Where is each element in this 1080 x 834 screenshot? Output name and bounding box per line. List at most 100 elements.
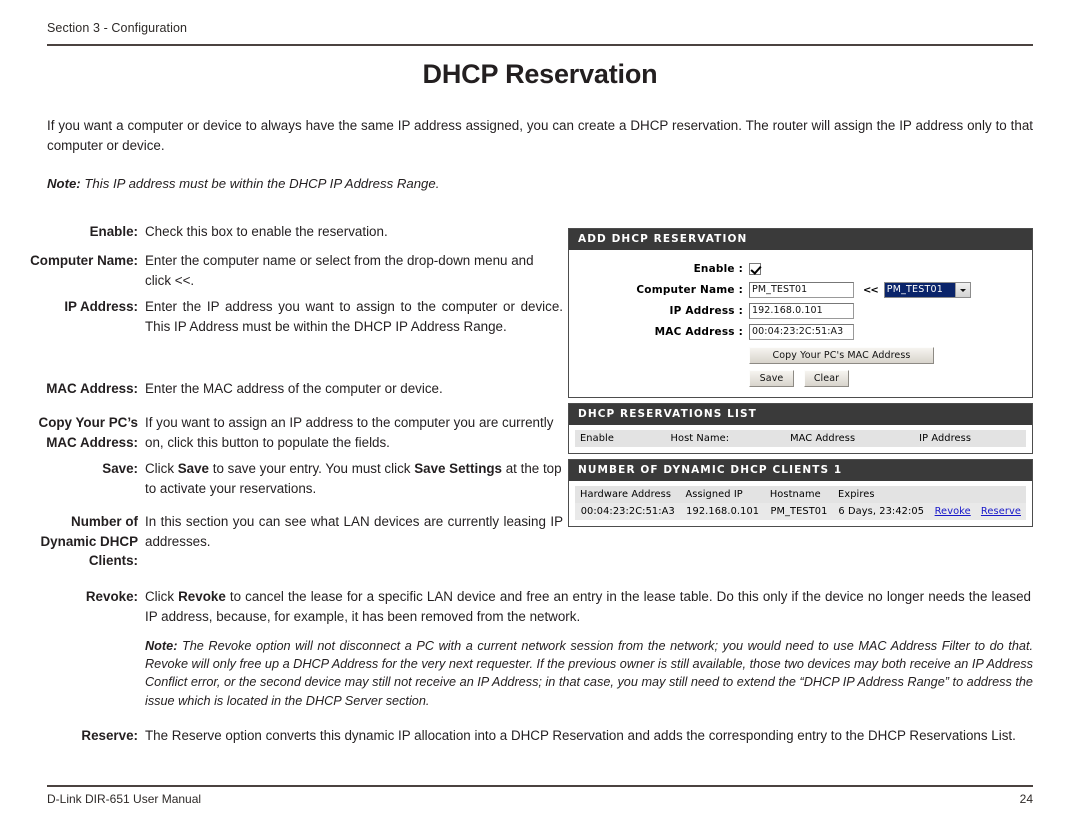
mac-address-control: 00:04:23:2C:51:A3 [749, 324, 854, 340]
definition-row-enable: Enable: Check this box to enable the res… [17, 222, 563, 242]
revoke-text-1: Click [145, 589, 179, 604]
cell-revoke: Revoke [929, 503, 976, 520]
definition-text: Enter the IP address you want to assign … [145, 299, 563, 334]
cell-reserve: Reserve [975, 503, 1026, 520]
computer-name-label: Computer Name : [636, 284, 743, 296]
definition-text: In this section you can see what LAN dev… [145, 514, 563, 549]
intro-note-label: Note: [47, 176, 81, 191]
definition-row-revoke: Revoke: Click Revoke to cancel the lease… [17, 587, 1031, 626]
cell-hardware-address: 00:04:23:2C:51:A3 [575, 503, 681, 520]
add-dhcp-reservation-panel: ADD DHCP RESERVATION Enable : Computer N… [568, 228, 1033, 398]
intro-note: Note: This IP address must be within the… [47, 174, 1033, 193]
revoke-note-label: Note: [145, 639, 178, 653]
add-dhcp-reservation-form: Enable : Computer Name : PM_TEST01 << PM… [569, 250, 1032, 397]
ip-address-label: IP Address : [669, 305, 743, 317]
definition-label: Computer Name: [30, 253, 138, 268]
cell-hostname: PM_TEST01 [764, 503, 834, 520]
column-header-ip-address: IP Address [914, 430, 1016, 447]
definition-text: Enter the MAC address of the computer or… [145, 381, 443, 396]
enable-control [749, 263, 761, 275]
enable-checkbox[interactable] [749, 263, 761, 275]
definition-text: Check this box to enable the reservation… [145, 224, 388, 239]
definition-row-reserve: Reserve: The Reserve option converts thi… [17, 726, 1031, 746]
form-row-computer-name: Computer Name : PM_TEST01 << PM_TEST01 [569, 282, 1032, 298]
computer-name-input[interactable]: PM_TEST01 [749, 282, 854, 298]
copy-pc-mac-address-button[interactable]: Copy Your PC's MAC Address [749, 347, 934, 364]
form-row-enable: Enable : [569, 261, 1032, 277]
definition-label: Save: [102, 461, 138, 476]
revoke-note-text: The Revoke option will not disconnect a … [145, 639, 1033, 708]
table-header-row: Enable Host Name: MAC Address IP Address [575, 430, 1026, 447]
dhcp-reservations-list-title: DHCP RESERVATIONS LIST [569, 404, 1032, 425]
computer-name-control: PM_TEST01 << PM_TEST01 [749, 282, 971, 298]
definition-label: Enable: [89, 224, 138, 239]
column-header-enable: Enable [575, 430, 666, 447]
mac-address-label: MAC Address : [654, 326, 743, 338]
header-rule [47, 44, 1033, 46]
footer-rule [47, 785, 1033, 787]
cell-expires: 6 Days, 23:42:05 [833, 503, 930, 520]
column-header-mac-address: MAC Address [785, 430, 915, 447]
table-header-row: Hardware Address Assigned IP Hostname Ex… [575, 486, 1026, 503]
mac-address-input[interactable]: 00:04:23:2C:51:A3 [749, 324, 854, 340]
intro-note-text: This IP address must be within the DHCP … [84, 176, 440, 191]
definition-row-save: Save: Click Save to save your entry. You… [17, 459, 563, 498]
column-header-hostname: Hostname [764, 486, 834, 503]
ip-address-input[interactable]: 192.168.0.101 [749, 303, 854, 319]
computer-name-dropdown[interactable]: PM_TEST01 [883, 282, 971, 298]
definition-text: The Reserve option converts this dynamic… [145, 728, 1016, 743]
table-row: 00:04:23:2C:51:A3 192.168.0.101 PM_TEST0… [575, 503, 1026, 520]
dynamic-dhcp-clients-body: Hardware Address Assigned IP Hostname Ex… [569, 481, 1032, 526]
router-ui-screenshot: ADD DHCP RESERVATION Enable : Computer N… [568, 228, 1033, 532]
save-button[interactable]: Save [749, 370, 794, 387]
dynamic-dhcp-clients-title: NUMBER OF DYNAMIC DHCP CLIENTS 1 [569, 460, 1032, 481]
definition-text: Click Revoke to cancel the lease for a s… [145, 587, 1031, 626]
intro-paragraph: If you want a computer or device to alwa… [47, 118, 1033, 153]
dhcp-reservations-list-body: Enable Host Name: MAC Address IP Address [569, 425, 1032, 453]
copy-from-dropdown-arrows[interactable]: << [863, 285, 879, 296]
cell-assigned-ip: 192.168.0.101 [680, 503, 765, 520]
definition-row-mac-address: MAC Address: Enter the MAC address of th… [17, 379, 563, 399]
column-header-revoke [929, 486, 976, 503]
column-header-hardware-address: Hardware Address [575, 486, 681, 503]
definition-row-computer-name: Computer Name: Enter the computer name o… [17, 251, 563, 290]
enable-label: Enable : [693, 263, 743, 275]
revoke-note-block: Note: The Revoke option will not disconn… [145, 637, 1033, 710]
definition-text: If you want to assign an IP address to t… [145, 415, 554, 450]
save-clear-button-row: Save Clear [749, 370, 1032, 387]
definition-label: Revoke: [85, 589, 138, 604]
chevron-down-icon[interactable] [954, 283, 970, 297]
save-bold-1: Save [177, 461, 210, 476]
table-head: Hardware Address Assigned IP Hostname Ex… [575, 486, 1026, 503]
dhcp-reservations-list-panel: DHCP RESERVATIONS LIST Enable Host Name:… [568, 403, 1033, 454]
footer-page-number: 24 [1019, 792, 1033, 806]
form-row-mac-address: MAC Address : 00:04:23:2C:51:A3 [569, 324, 1032, 340]
table-head: Enable Host Name: MAC Address IP Address [575, 430, 1026, 447]
computer-name-dropdown-value: PM_TEST01 [884, 283, 955, 297]
column-header-host-name: Host Name: [665, 430, 786, 447]
column-header-actions [1016, 430, 1026, 447]
dynamic-dhcp-clients-panel: NUMBER OF DYNAMIC DHCP CLIENTS 1 Hardwar… [568, 459, 1033, 527]
definition-label: Reserve: [81, 728, 138, 743]
definition-label: Number of Dynamic DHCP Clients: [40, 514, 138, 568]
definition-row-number-of-clients: Number of Dynamic DHCP Clients: In this … [17, 512, 563, 571]
definition-text: Click Save to save your entry. You must … [145, 459, 563, 498]
definition-row-copy-mac-address: Copy Your PC’s MAC Address: If you want … [17, 413, 563, 452]
definition-label: IP Address: [64, 299, 138, 314]
definition-row-ip-address: IP Address: Enter the IP address you wan… [17, 297, 563, 336]
table-body: 00:04:23:2C:51:A3 192.168.0.101 PM_TEST0… [575, 503, 1026, 520]
section-header: Section 3 - Configuration [47, 21, 188, 35]
form-row-ip-address: IP Address : 192.168.0.101 [569, 303, 1032, 319]
revoke-bold-1: Revoke [178, 589, 226, 604]
definition-label: Copy Your PC’s MAC Address: [38, 415, 138, 450]
dynamic-dhcp-clients-table: Hardware Address Assigned IP Hostname Ex… [575, 486, 1026, 520]
definition-text: Enter the computer name or select from t… [145, 253, 534, 288]
definition-label: MAC Address: [46, 381, 138, 396]
save-bold-2: Save Settings [414, 461, 503, 476]
reserve-link[interactable]: Reserve [981, 506, 1021, 517]
save-text-2: to save your entry. You must click [209, 461, 415, 476]
manual-page: Section 3 - Configuration DHCP Reservati… [0, 0, 1080, 834]
clear-button[interactable]: Clear [804, 370, 849, 387]
revoke-link[interactable]: Revoke [935, 506, 971, 517]
form-buttons-area: Copy Your PC's MAC Address Save Clear [749, 347, 1032, 387]
